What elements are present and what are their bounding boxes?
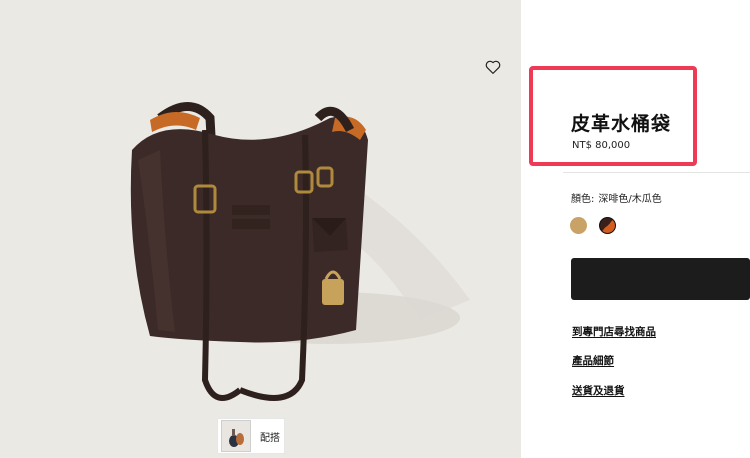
color-swatch-caramel[interactable] xyxy=(570,217,587,234)
add-to-cart-button[interactable] xyxy=(571,258,750,300)
divider xyxy=(563,172,750,173)
shipping-returns-link[interactable]: 送貨及退貨 xyxy=(572,383,625,398)
thumbnail-label: 配搭 xyxy=(260,432,280,444)
find-in-store-link[interactable]: 到專門店尋找商品 xyxy=(572,324,656,339)
product-title: 皮革水桶袋 xyxy=(571,113,672,135)
color-value: 深啡色/木瓜色 xyxy=(598,194,662,205)
product-image xyxy=(130,102,470,401)
product-price: NT$ 80,000 xyxy=(572,140,631,151)
styling-thumbnail-button[interactable]: 配搭 xyxy=(217,418,285,454)
color-row: 顏色: 深啡色/木瓜色 xyxy=(571,190,662,205)
product-info-panel: 皮革水桶袋 NT$ 80,000 顏色: 深啡色/木瓜色 到專門店尋找商品 產品細… xyxy=(521,0,750,458)
color-label: 顏色: xyxy=(571,194,595,205)
product-details-link[interactable]: 產品細節 xyxy=(572,353,614,368)
thumbnail-image xyxy=(221,420,251,452)
color-swatch-brown-papaya[interactable] xyxy=(599,217,616,234)
product-image-panel: 配搭 xyxy=(0,0,521,458)
heart-icon[interactable] xyxy=(484,58,502,76)
